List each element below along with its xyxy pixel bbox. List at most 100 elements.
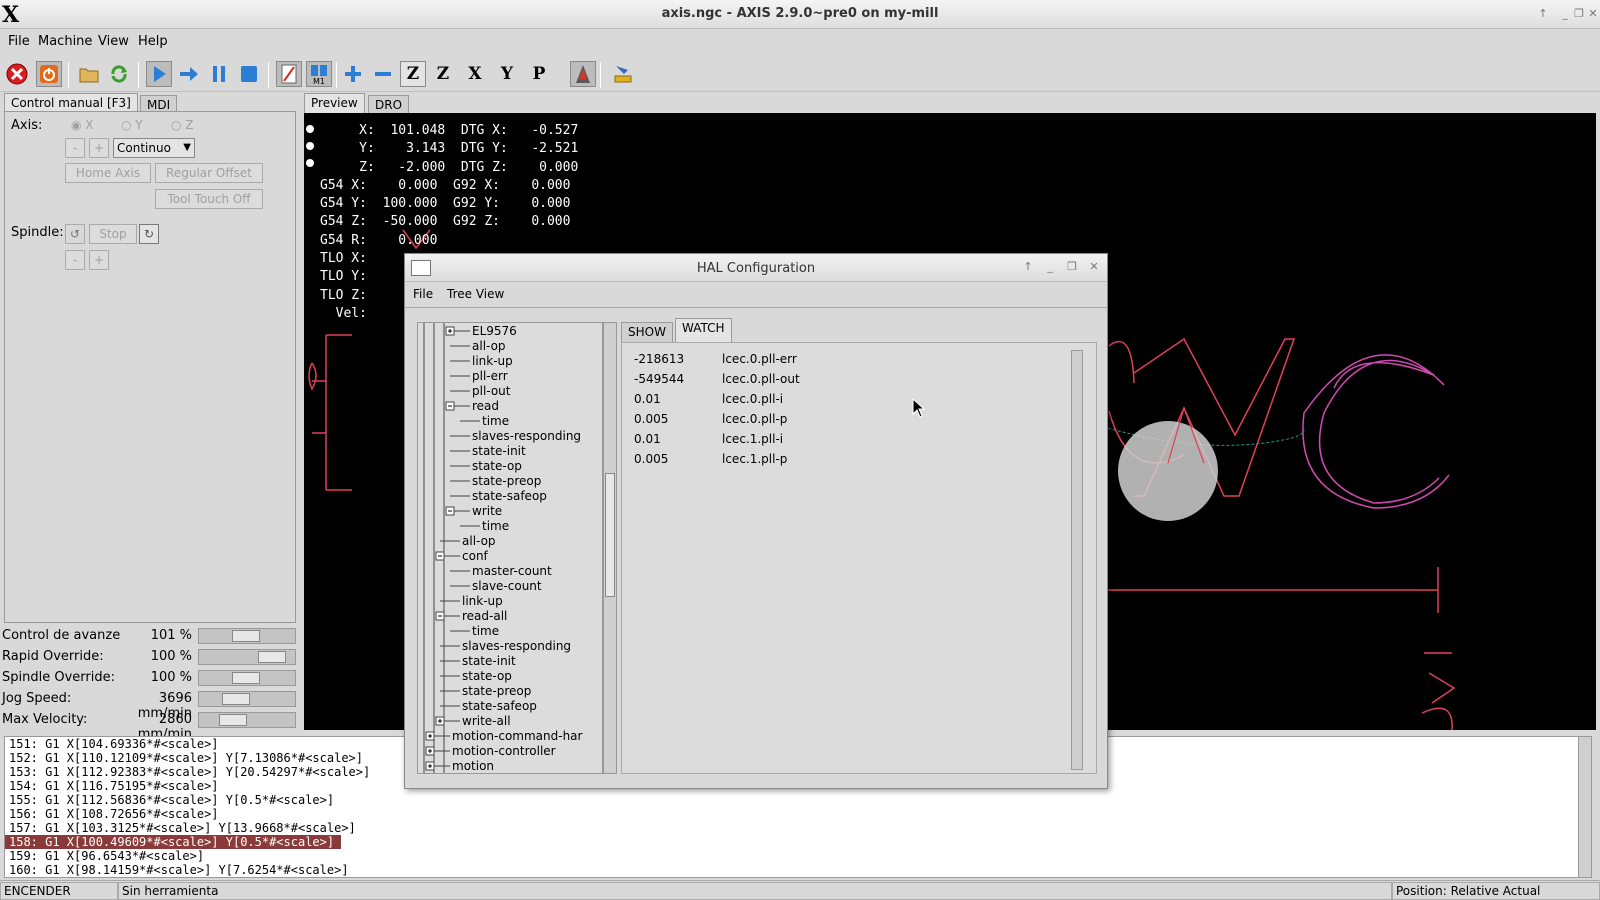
tree-node[interactable]: slaves-responding — [462, 639, 571, 654]
tree-node[interactable]: time — [482, 519, 509, 534]
axis-radio-z[interactable]: ○ Z — [171, 118, 194, 132]
tree-scroll-thumb[interactable] — [605, 473, 615, 597]
window-minimize-button[interactable]: _ — [1558, 7, 1572, 21]
view-p-icon[interactable]: P — [526, 61, 552, 87]
optional-stop-icon[interactable]: M1 — [306, 61, 332, 87]
reload-icon[interactable] — [106, 61, 132, 87]
slider-thumb[interactable] — [219, 714, 247, 726]
view-x-icon[interactable]: X — [462, 61, 488, 87]
home-axis-button[interactable]: Home Axis — [65, 163, 151, 183]
slider-thumb[interactable] — [232, 630, 260, 642]
tree-node[interactable]: state-safeop — [462, 699, 537, 714]
tree-node[interactable]: conf — [462, 549, 488, 564]
stop-icon[interactable] — [236, 61, 262, 87]
gcode-line[interactable]: 157: G1 X[103.3125*#<scale>] Y[13.9668*#… — [5, 821, 1591, 835]
tree-node[interactable]: slave-count — [472, 579, 542, 594]
feed-override-slider[interactable] — [198, 628, 296, 644]
view-y-icon[interactable]: Y — [494, 61, 520, 87]
tab-manual-control[interactable]: Control manual [F3] — [4, 93, 138, 113]
tree-node[interactable]: state-preop — [472, 474, 541, 489]
open-file-icon[interactable] — [76, 61, 102, 87]
hal-minimize-button[interactable]: _ — [1043, 260, 1057, 274]
hal-close-button[interactable]: ✕ — [1087, 260, 1101, 274]
tab-watch[interactable]: WATCH — [675, 318, 732, 342]
watch-row[interactable]: 0.005 lcec.0.pll-p — [634, 409, 1054, 429]
spindle-cw-icon[interactable]: ↻ — [139, 224, 159, 244]
hal-raise-button[interactable]: ↑ — [1021, 260, 1035, 274]
gcode-line[interactable]: 160: G1 X[98.14159*#<scale>] Y[7.6254*#<… — [5, 863, 1591, 877]
gcode-line-selected[interactable]: 158: G1 X[100.49609*#<scale>] Y[0.5*#<sc… — [5, 835, 341, 849]
tree-node[interactable]: write — [472, 504, 502, 519]
watch-list[interactable]: -218613 lcec.0.pll-err -549544 lcec.0.pll-o… — [621, 342, 1097, 774]
spindle-ccw-icon[interactable]: ↺ — [65, 224, 85, 244]
block-delete-icon[interactable] — [276, 61, 302, 87]
tree-node[interactable]: EL9576 — [472, 324, 517, 339]
watch-row[interactable]: -549544 lcec.0.pll-out — [634, 369, 1054, 389]
window-raise-button[interactable]: ↑ — [1536, 7, 1550, 21]
tree-node[interactable]: state-op — [462, 669, 512, 684]
hal-tree[interactable]: EL9576 all-op link-up pll-err pll-out read tim… — [417, 322, 603, 774]
jog-minus-button[interactable]: - — [65, 138, 85, 158]
window-maximize-button[interactable]: ❐ — [1572, 7, 1586, 21]
tree-node[interactable]: motion-controller — [452, 744, 556, 759]
tree-node[interactable]: write-all — [462, 714, 511, 729]
hal-menu-file[interactable]: File — [413, 287, 433, 301]
tree-node[interactable]: state-safeop — [472, 489, 547, 504]
rotate-icon[interactable] — [570, 61, 596, 87]
rapid-override-slider[interactable] — [198, 649, 296, 665]
tree-node[interactable]: state-op — [472, 459, 522, 474]
watch-row[interactable]: 0.005 lcec.1.pll-p — [634, 449, 1054, 469]
tab-show[interactable]: SHOW — [621, 322, 673, 343]
estop-icon[interactable] — [4, 61, 30, 87]
hal-maximize-button[interactable]: ❐ — [1065, 260, 1079, 274]
tree-node[interactable]: motion — [452, 759, 494, 773]
slider-thumb[interactable] — [258, 651, 286, 663]
window-close-button[interactable]: ✕ — [1586, 7, 1600, 21]
tree-node[interactable]: master-count — [472, 564, 552, 579]
zoom-out-icon[interactable] — [370, 61, 396, 87]
spindle-override-slider[interactable] — [198, 670, 296, 686]
tree-node[interactable]: pll-err — [472, 369, 508, 384]
tree-node[interactable]: all-op — [462, 534, 496, 549]
max-velocity-slider[interactable] — [198, 712, 296, 728]
tree-node[interactable]: all-op — [472, 339, 506, 354]
menu-help[interactable]: Help — [138, 34, 168, 49]
tree-node[interactable]: time — [472, 624, 499, 639]
tree-node[interactable]: link-up — [462, 594, 503, 609]
slider-thumb[interactable] — [232, 672, 260, 684]
clear-plot-icon[interactable] — [610, 61, 636, 87]
tree-node[interactable]: read-all — [462, 609, 507, 624]
tab-preview[interactable]: Preview — [304, 93, 365, 113]
hal-menu-tree-view[interactable]: Tree View — [447, 287, 504, 301]
tree-node[interactable]: state-init — [472, 444, 526, 459]
watch-row[interactable]: 0.01 lcec.0.pll-i — [634, 389, 1054, 409]
jog-plus-button[interactable]: + — [89, 138, 109, 158]
menu-machine[interactable]: Machine — [38, 34, 92, 49]
gcode-line[interactable]: 155: G1 X[112.56836*#<scale>] Y[0.5*#<sc… — [5, 793, 1591, 807]
spindle-stop-button[interactable]: Stop — [89, 224, 137, 244]
jog-mode-select[interactable]: Continuo ▼ — [113, 138, 195, 158]
gcode-line[interactable]: 159: G1 X[96.6543*#<scale>] — [5, 849, 1591, 863]
axis-radio-y[interactable]: ○ Y — [121, 118, 143, 132]
tree-scrollbar[interactable] — [603, 322, 617, 774]
watch-row[interactable]: -218613 lcec.0.pll-err — [634, 349, 1054, 369]
power-icon[interactable] — [36, 61, 62, 87]
tool-touch-off-button[interactable]: Tool Touch Off — [155, 189, 263, 209]
tree-node[interactable]: pll-out — [472, 384, 511, 399]
spindle-faster-button[interactable]: + — [89, 250, 109, 270]
slider-thumb[interactable] — [222, 693, 250, 705]
run-icon[interactable] — [146, 61, 172, 87]
tree-node[interactable]: slaves-responding — [472, 429, 581, 444]
tree-node[interactable]: state-init — [462, 654, 516, 669]
menu-view[interactable]: View — [98, 34, 129, 49]
tab-dro[interactable]: DRO — [368, 95, 410, 115]
watch-scrollbar[interactable] — [1071, 350, 1083, 770]
menu-file[interactable]: File — [8, 34, 30, 49]
pause-icon[interactable] — [206, 61, 232, 87]
watch-row[interactable]: 0.01 lcec.1.pll-i — [634, 429, 1054, 449]
spindle-slower-button[interactable]: - — [65, 250, 85, 270]
tree-node[interactable]: read — [472, 399, 499, 414]
axis-radio-x[interactable]: ◉ X — [71, 118, 94, 132]
tree-node[interactable]: state-preop — [462, 684, 531, 699]
view-z2-icon[interactable]: Z — [430, 61, 456, 87]
